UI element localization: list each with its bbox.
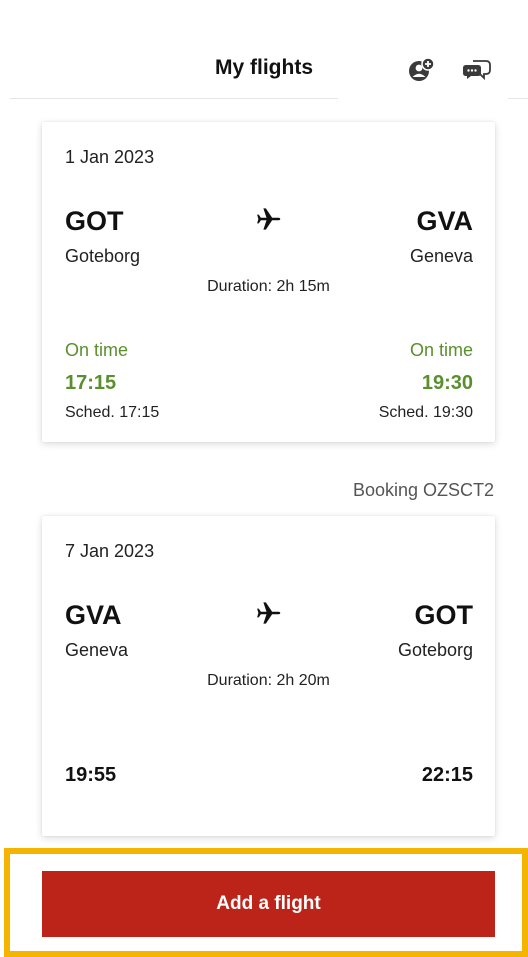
arrival-time: 19:30	[421, 372, 473, 394]
departure-scheduled: Sched. 17:15	[65, 404, 160, 421]
add-flight-button[interactable]: Add a flight	[42, 871, 495, 937]
origin-code: GOT	[65, 206, 124, 236]
header-divider	[508, 98, 528, 99]
airplane-icon	[257, 602, 281, 624]
add-user-icon	[409, 57, 435, 81]
chat-icon	[463, 60, 491, 81]
destination-city: Geneva	[409, 246, 473, 266]
origin-code: GVA	[65, 600, 122, 630]
destination-code: GVA	[416, 206, 473, 236]
arrival-scheduled: Sched. 19:30	[378, 404, 473, 421]
booking-reference: Booking OZSCT2	[352, 480, 494, 500]
destination-code: GOT	[414, 600, 474, 630]
flight-duration: Duration: 2h 15m	[207, 278, 330, 295]
flight-date: 7 Jan 2023	[65, 541, 155, 561]
page-title: My flights	[215, 56, 313, 79]
departure-status: On time	[65, 340, 129, 360]
header-divider	[10, 98, 338, 99]
departure-time: 19:55	[65, 764, 117, 786]
destination-city: Goteborg	[397, 640, 473, 660]
flight-card[interactable]: 1 Jan 2023 GOT GVA Goteborg Geneva Durat…	[42, 122, 495, 442]
arrival-status: On time	[409, 340, 473, 360]
add-user-button[interactable]	[406, 56, 436, 84]
flight-duration: Duration: 2h 20m	[207, 672, 330, 689]
flight-card[interactable]: 7 Jan 2023 GVA GOT Geneva Goteborg Durat…	[42, 516, 495, 836]
origin-city: Goteborg	[65, 246, 141, 266]
flight-date: 1 Jan 2023	[65, 147, 155, 167]
app-header: My flights	[0, 0, 528, 100]
departure-time: 17:15	[65, 372, 117, 394]
airplane-icon	[257, 208, 281, 230]
arrival-time: 22:15	[421, 764, 473, 786]
chat-button[interactable]	[462, 56, 492, 84]
origin-city: Geneva	[65, 640, 129, 660]
